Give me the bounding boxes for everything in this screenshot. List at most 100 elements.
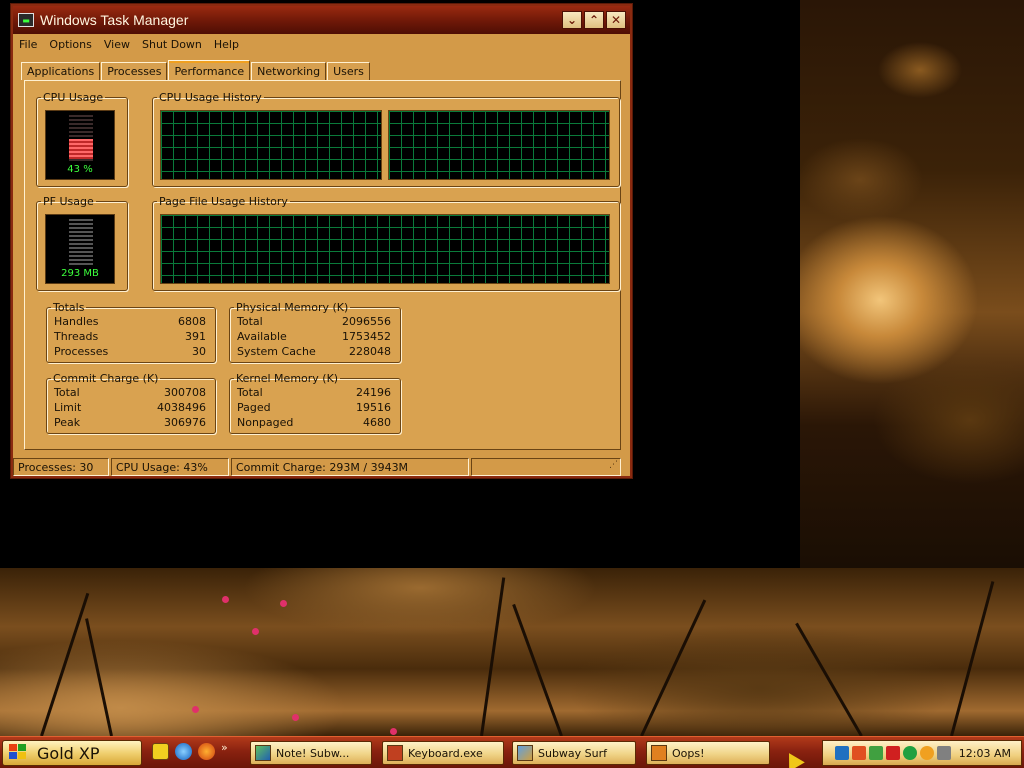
shield-tray-icon[interactable]: [869, 746, 883, 760]
cpu-meter-fill: [69, 139, 93, 159]
wallpaper-flower: [222, 596, 229, 603]
tab-applications[interactable]: Applications: [21, 62, 101, 80]
desktop-wallpaper-bottom: [0, 568, 1024, 737]
wallpaper-reed: [40, 592, 90, 737]
physical-memory-group: Physical Memory (K) Total 2096556 Availab…: [229, 301, 401, 363]
menu-bar: File Options View Shut Down Help: [13, 34, 630, 54]
pf-history-graph: [160, 214, 610, 284]
keyboard-app-icon: [387, 745, 403, 761]
commit-row-limit: Limit 4038496: [54, 401, 206, 414]
status-cpu-usage: CPU Usage: 43%: [111, 458, 229, 476]
antivirus-tray-icon[interactable]: [886, 746, 900, 760]
kernel-row-paged: Paged 19516: [237, 401, 391, 414]
menu-help[interactable]: Help: [214, 38, 239, 51]
internet-explorer-icon[interactable]: [175, 743, 192, 760]
pf-meter: 293 MB: [45, 214, 115, 284]
performance-panel: CPU Usage 43 % CPU Usage History PF Usag…: [24, 80, 621, 450]
menu-options[interactable]: Options: [49, 38, 91, 51]
taskbar: Gold XP » Note! Subw... Keyboard.exe Sub…: [0, 736, 1024, 768]
tab-users[interactable]: Users: [327, 62, 370, 80]
pf-usage-value: 293 MB: [61, 268, 99, 279]
network-tray-icon[interactable]: [835, 746, 849, 760]
totals-group: Totals Handles 6808 Threads 391 Processes 3…: [46, 301, 216, 363]
status-bar: Processes: 30 CPU Usage: 43% Commit Char…: [13, 456, 630, 478]
quick-launch: »: [152, 741, 228, 760]
totals-row-processes: Processes 30: [54, 345, 206, 358]
pf-history-label: Page File Usage History: [159, 195, 288, 208]
wallpaper-flower: [292, 714, 299, 721]
commit-charge-group: Commit Charge (K) Total 300708 Limit 40384…: [46, 372, 216, 434]
resize-grip-icon[interactable]: ⋰: [609, 457, 618, 474]
menu-shut-down[interactable]: Shut Down: [142, 38, 202, 51]
status-processes: Processes: 30: [13, 458, 109, 476]
start-button[interactable]: Gold XP: [2, 740, 142, 766]
wallpaper-reed: [85, 618, 113, 737]
wallpaper-reed: [640, 599, 707, 737]
commit-row-peak: Peak 306976: [54, 416, 206, 429]
commit-charge-label: Commit Charge (K): [53, 372, 159, 385]
folder-icon[interactable]: [152, 743, 169, 760]
task-button-subway-surf[interactable]: Subway Surf: [512, 741, 636, 765]
task-button-oops[interactable]: Oops!: [646, 741, 770, 765]
wallpaper-flower: [252, 628, 259, 635]
firefox-icon[interactable]: [198, 743, 215, 760]
kernel-row-total: Total 24196: [237, 386, 391, 399]
close-button[interactable]: ✕: [606, 11, 626, 29]
subway-surf-app-icon: [517, 745, 533, 761]
oops-app-icon: [651, 745, 667, 761]
restore-button[interactable]: ⌃: [584, 11, 604, 29]
physical-memory-label: Physical Memory (K): [236, 301, 349, 314]
wallpaper-reed: [480, 577, 506, 737]
quick-launch-more-icon[interactable]: »: [221, 741, 228, 754]
tab-strip: Applications Processes Performance Netwo…: [21, 60, 371, 81]
cpu-history-graph-1: [160, 110, 382, 180]
cpu-history-label: CPU Usage History: [159, 91, 262, 104]
task-manager-icon: ▬: [18, 13, 34, 27]
cpu-history-group: CPU Usage History: [152, 91, 620, 187]
window-title: Windows Task Manager: [40, 12, 189, 28]
title-bar[interactable]: ▬ Windows Task Manager ⌄ ⌃ ✕: [13, 6, 630, 34]
wallpaper-reed: [795, 622, 863, 737]
windows-logo-icon: [9, 744, 29, 762]
menu-view[interactable]: View: [104, 38, 130, 51]
g-tray-icon[interactable]: [920, 746, 934, 760]
totals-label: Totals: [53, 301, 85, 314]
status-commit-charge: Commit Charge: 293M / 3943M: [231, 458, 469, 476]
pf-meter-fill: [69, 219, 93, 265]
desktop-wallpaper-right: [800, 0, 1024, 568]
task-button-note[interactable]: Note! Subw...: [250, 741, 372, 765]
wallpaper-flower: [390, 728, 397, 735]
kernel-row-nonpaged: Nonpaged 4680: [237, 416, 391, 429]
minimize-button[interactable]: ⌄: [562, 11, 582, 29]
status-empty-cell: ⋰: [471, 458, 621, 476]
tab-performance[interactable]: Performance: [168, 60, 251, 81]
tab-networking[interactable]: Networking: [251, 62, 327, 80]
tools-tray-icon[interactable]: [937, 746, 951, 760]
task-button-keyboard[interactable]: Keyboard.exe: [382, 741, 504, 765]
wallpaper-flower: [192, 706, 199, 713]
clock[interactable]: 12:03 AM: [959, 747, 1011, 760]
physical-row-system-cache: System Cache 228048: [237, 345, 391, 358]
wallpaper-flower: [280, 600, 287, 607]
pf-usage-label: PF Usage: [43, 195, 94, 208]
commit-row-total: Total 300708: [54, 386, 206, 399]
tab-processes[interactable]: Processes: [101, 62, 168, 80]
cpu-history-graph-2: [388, 110, 610, 180]
monitor-tray-icon[interactable]: [852, 746, 866, 760]
physical-row-total: Total 2096556: [237, 315, 391, 328]
menu-file[interactable]: File: [19, 38, 37, 51]
pf-usage-group: PF Usage 293 MB: [36, 195, 128, 291]
updater-tray-icon[interactable]: [903, 746, 917, 760]
kernel-memory-group: Kernel Memory (K) Total 24196 Paged 19516 …: [229, 372, 401, 434]
cpu-meter: 43 %: [45, 110, 115, 180]
physical-row-available: Available 1753452: [237, 330, 391, 343]
wallpaper-reed: [512, 603, 563, 737]
wallpaper-reed: [950, 581, 995, 737]
kernel-memory-label: Kernel Memory (K): [236, 372, 339, 385]
cpu-usage-label: CPU Usage: [43, 91, 104, 104]
cpu-usage-group: CPU Usage 43 %: [36, 91, 128, 187]
system-tray: 12:03 AM: [822, 740, 1022, 766]
start-label: Gold XP: [37, 743, 100, 763]
totals-row-handles: Handles 6808: [54, 315, 206, 328]
task-manager-window: ▬ Windows Task Manager ⌄ ⌃ ✕ File Option…: [10, 3, 633, 479]
